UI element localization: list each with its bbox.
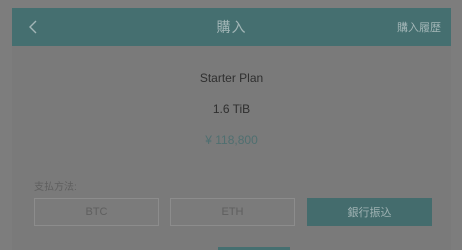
- purchase-screen: 購入 購入履歴 Starter Plan 1.6 TiB ¥ 118,800 支…: [0, 0, 462, 250]
- payment-option-bank-transfer[interactable]: 銀行振込: [307, 198, 432, 226]
- purchase-history-link[interactable]: 購入履歴: [397, 8, 441, 46]
- plan-size: 1.6 TiB: [212, 102, 251, 116]
- plan-name: Starter Plan: [199, 71, 264, 85]
- back-button[interactable]: [28, 8, 38, 46]
- chevron-left-icon: [29, 20, 37, 34]
- payment-option-label: BTC: [85, 206, 108, 218]
- top-bar: 購入 購入履歴: [12, 8, 451, 46]
- payment-option-label: ETH: [221, 206, 244, 218]
- payment-method-label: 支払方法:: [34, 182, 77, 193]
- page-title: 購入: [216, 19, 247, 35]
- plan-panel: Starter Plan 1.6 TiB ¥ 118,800 支払方法: BTC…: [12, 46, 451, 250]
- plan-price: ¥ 118,800: [205, 133, 258, 147]
- payment-option-label: 銀行振込: [347, 207, 392, 219]
- payment-option-eth[interactable]: ETH: [170, 198, 295, 226]
- payment-option-btc[interactable]: BTC: [34, 198, 159, 226]
